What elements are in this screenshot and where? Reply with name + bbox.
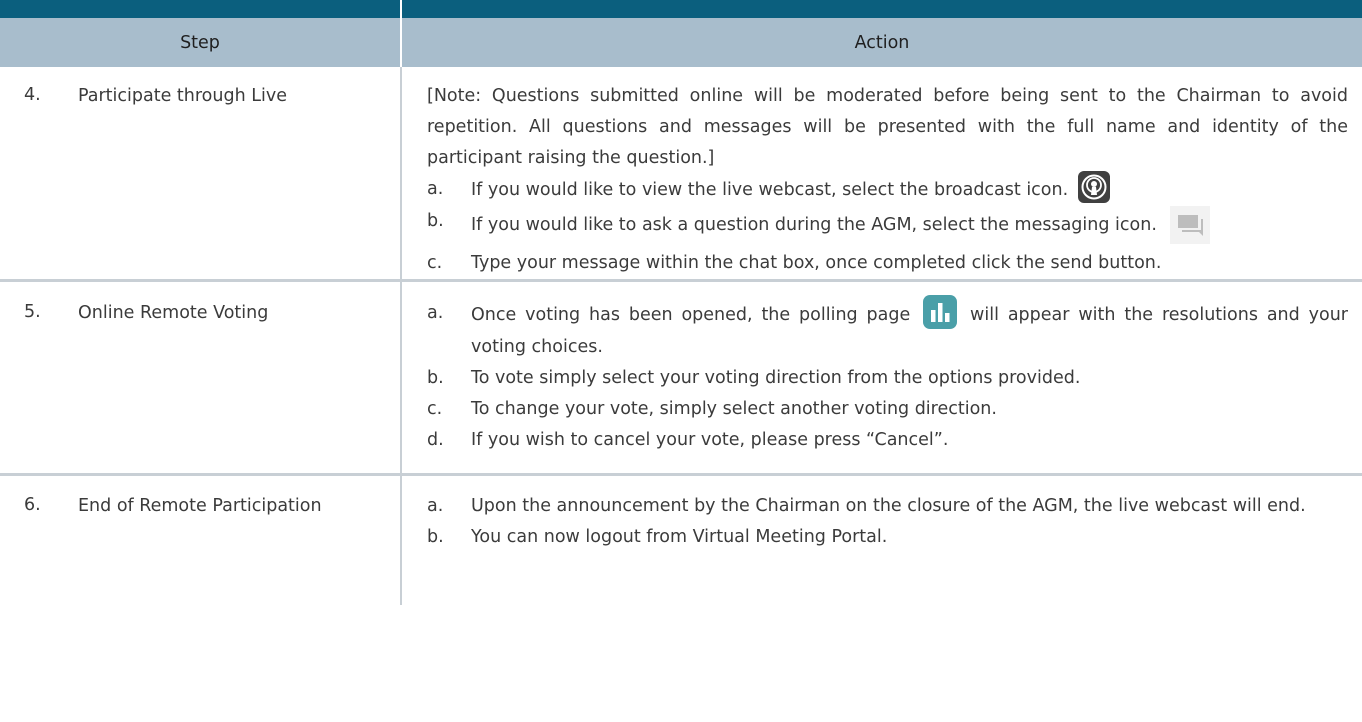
header-step: Step: [0, 18, 402, 67]
list-item: a. Once voting has been opened, the poll…: [427, 295, 1348, 363]
step-label: Participate through Live: [78, 86, 287, 106]
column-divider: [400, 0, 402, 18]
item-letter: c.: [427, 399, 443, 419]
item-text: You can now logout from Virtual Meeting …: [471, 527, 888, 547]
item-text: Type your message within the chat box, o…: [471, 253, 1162, 273]
step-label: Online Remote Voting: [78, 303, 269, 323]
item-letter: a.: [427, 496, 444, 516]
step-label: End of Remote Participation: [78, 496, 322, 516]
item-letter: b.: [427, 368, 444, 388]
table-row-step-6: 6. End of Remote Participation a. Upon t…: [0, 473, 1362, 605]
item-letter: d.: [427, 430, 444, 450]
polling-icon: [923, 295, 958, 329]
header-row: Step Action: [0, 18, 1362, 67]
item-letter: b.: [427, 527, 444, 547]
table-row-step-5: 5. Online Remote Voting a. Once voting h…: [0, 279, 1362, 475]
item-text: If you wish to cancel your vote, please …: [471, 430, 949, 450]
broadcast-icon: [1077, 171, 1110, 203]
header-action: Action: [401, 18, 1362, 67]
note-text: [Note: Questions submitted online will b…: [427, 86, 1348, 168]
list-item: c. To change your vote, simply select an…: [427, 394, 1348, 425]
item-text: If you would like to view the live webca…: [471, 180, 1069, 200]
step-cell: 5. Online Remote Voting: [0, 279, 402, 475]
item-text-before: Once voting has been opened, the polling…: [471, 305, 911, 325]
list-item: d. If you wish to cancel your vote, plea…: [427, 425, 1348, 456]
item-text: If you would like to ask a question duri…: [471, 215, 1157, 235]
item-text: To change your vote, simply select anoth…: [471, 399, 997, 419]
table-row-step-4: 4. Participate through Live [Note: Quest…: [0, 67, 1362, 281]
list-item: b. To vote simply select your voting dir…: [427, 363, 1348, 394]
list-item: c. Type your message within the chat box…: [427, 248, 1348, 279]
list-item: a. Upon the announcement by the Chairman…: [427, 491, 1348, 522]
item-letter: c.: [427, 253, 443, 273]
step-number: 6.: [24, 495, 41, 515]
item-letter: b.: [427, 211, 444, 231]
list-item: b. You can now logout from Virtual Meeti…: [427, 522, 1348, 553]
item-letter: a.: [427, 303, 444, 323]
steps-table: Step Action 4. Participate through Live …: [0, 18, 1362, 605]
item-letter: a.: [427, 179, 444, 199]
item-text: Upon the announcement by the Chairman on…: [471, 496, 1306, 516]
step-cell: 4. Participate through Live: [0, 67, 402, 281]
list-item: b. If you would like to ask a question d…: [427, 206, 1348, 244]
action-cell: [Note: Questions submitted online will b…: [401, 67, 1362, 281]
messaging-icon: [1170, 206, 1211, 244]
step-number: 5.: [24, 302, 41, 322]
step-number: 4.: [24, 85, 41, 105]
action-cell: a. Once voting has been opened, the poll…: [401, 279, 1362, 475]
step-cell: 6. End of Remote Participation: [0, 473, 402, 605]
item-text: To vote simply select your voting direct…: [471, 368, 1081, 388]
action-cell: a. Upon the announcement by the Chairman…: [401, 473, 1362, 605]
top-banner: [0, 0, 1362, 18]
list-item: a. If you would like to view the live we…: [427, 171, 1348, 206]
